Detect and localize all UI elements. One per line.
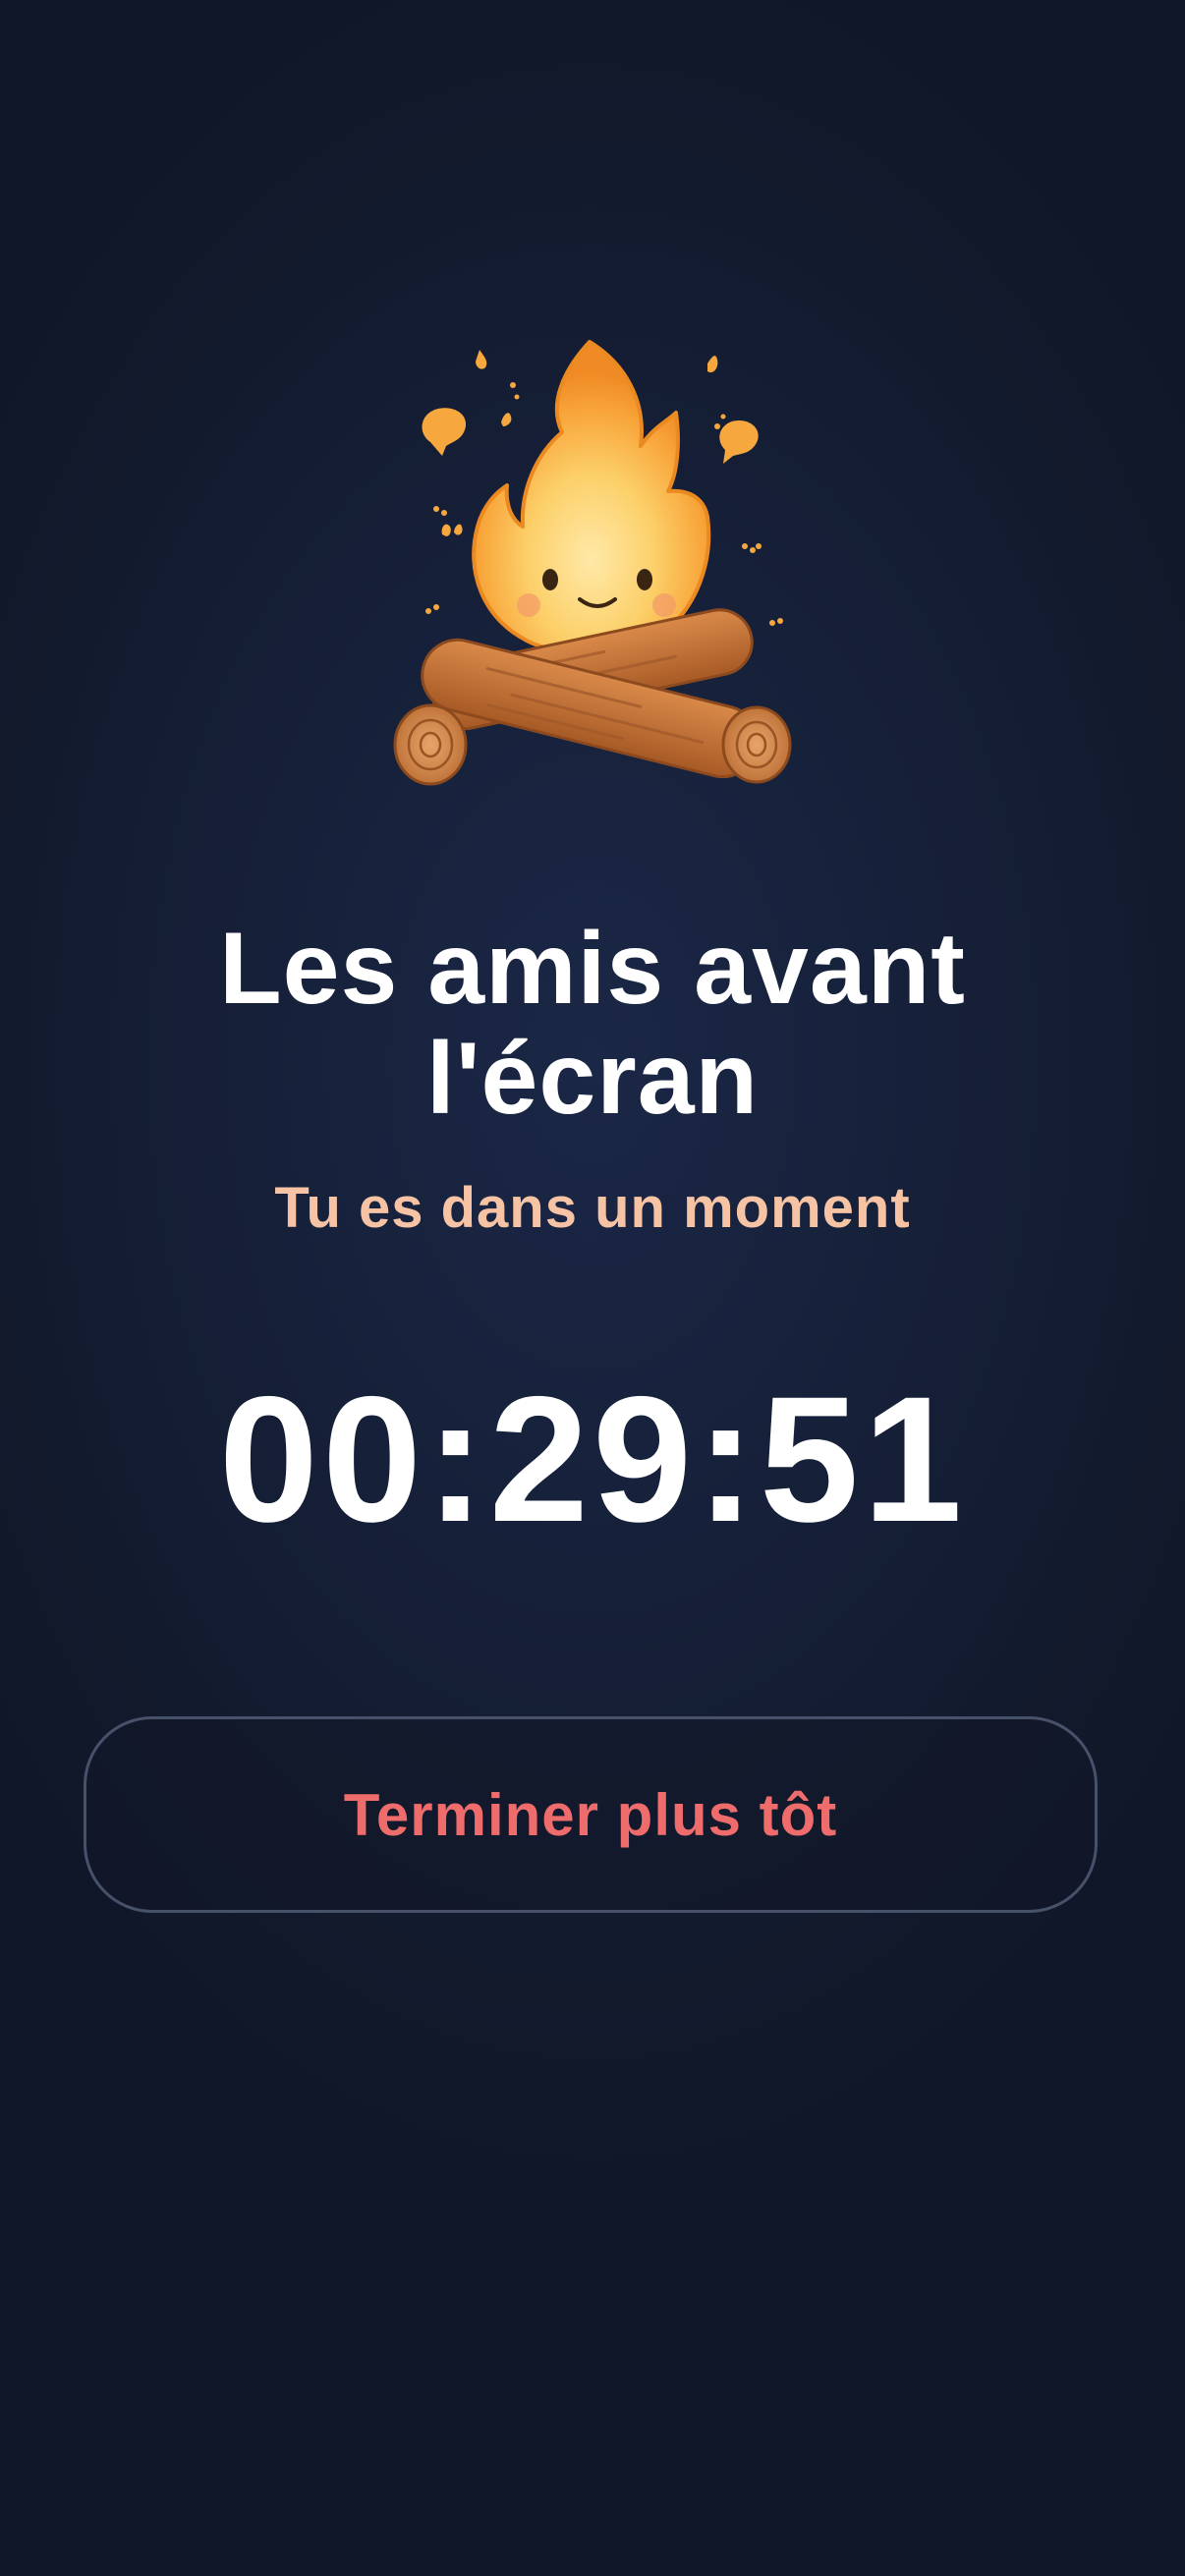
countdown-timer: 00:29:51 <box>218 1359 967 1559</box>
title-line-2: l'écran <box>425 1022 760 1136</box>
campfire-mascot-icon <box>383 324 806 796</box>
title-line-1: Les amis avant <box>219 912 966 1026</box>
session-subtitle: Tu es dans un moment <box>274 1176 911 1240</box>
focus-session-screen: Les amis avant l'écran Tu es dans un mom… <box>0 0 1185 2576</box>
page-title: Les amis avant l'écran <box>0 914 1185 1134</box>
end-early-button[interactable]: Terminer plus tôt <box>84 1716 1098 1913</box>
end-early-button-label: Terminer plus tôt <box>343 1781 838 1848</box>
